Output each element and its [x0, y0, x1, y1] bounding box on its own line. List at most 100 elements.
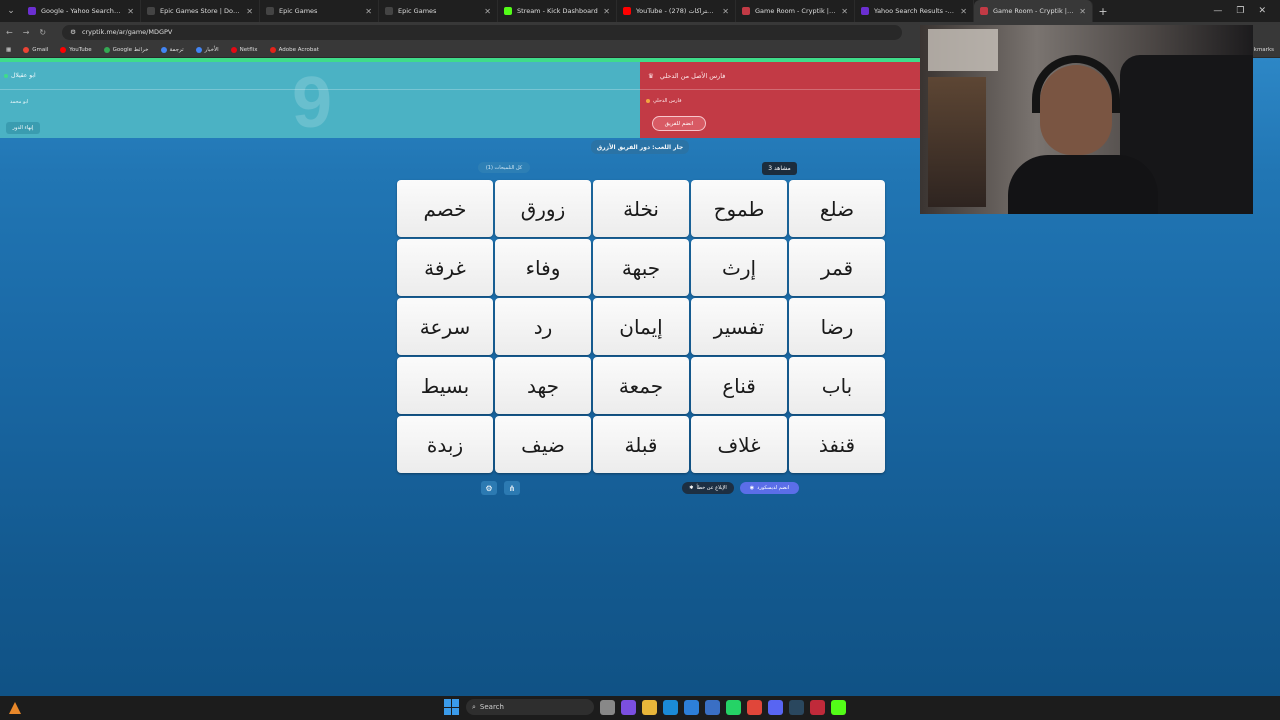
tab-close-icon[interactable]: ✕: [365, 7, 372, 16]
browser-tab[interactable]: Epic Games ✕: [379, 0, 498, 22]
bookmark-item[interactable]: الأخبار: [195, 46, 219, 53]
browser-tab[interactable]: Epic Games Store | Download & ✕: [141, 0, 260, 22]
bookmark-favicon-icon: [230, 46, 237, 53]
tab-close-icon[interactable]: ✕: [484, 7, 491, 16]
minimize-icon[interactable]: —: [1213, 6, 1222, 16]
settings-gear-icon[interactable]: ⚙: [481, 481, 497, 495]
report-error-button[interactable]: ✱ الإبلاغ عن خطأ: [682, 482, 734, 494]
tab-close-icon[interactable]: ✕: [246, 7, 253, 16]
browser-tab[interactable]: Epic Games ✕: [260, 0, 379, 22]
word-card[interactable]: جمعة: [593, 357, 689, 414]
tab-close-icon[interactable]: ✕: [603, 7, 610, 16]
task-view-icon[interactable]: [600, 699, 615, 715]
bookmark-item[interactable]: Google خرائط: [103, 46, 149, 53]
new-tab-button[interactable]: +: [1093, 5, 1113, 18]
word-card[interactable]: غرفة: [397, 239, 493, 296]
word-card[interactable]: تفسير: [691, 298, 787, 355]
word-card[interactable]: إيمان: [593, 298, 689, 355]
word-card[interactable]: وفاء: [495, 239, 591, 296]
tab-favicon-icon: [504, 7, 512, 15]
reload-icon[interactable]: ↻: [39, 28, 46, 37]
browser-tab[interactable]: Yahoo Search Results - كود نيمز ✕: [855, 0, 974, 22]
edge-icon[interactable]: [663, 699, 678, 715]
obs-icon[interactable]: [810, 699, 825, 715]
kick-icon[interactable]: [831, 699, 846, 715]
red-team-member-name: فارس الدحلي: [653, 98, 682, 104]
browser-tab[interactable]: Google - Yahoo Search Results ✕: [22, 0, 141, 22]
url-field[interactable]: ⚙ cryptik.me/ar/game/MDGPV: [62, 24, 903, 40]
taskbar-search[interactable]: ⌕ Search: [466, 699, 594, 715]
taskbar-search-placeholder: Search: [479, 703, 504, 711]
panel-divider: [640, 89, 920, 90]
start-button[interactable]: [444, 699, 460, 715]
tab-favicon-icon: [980, 7, 988, 15]
bookmark-label: Gmail: [32, 46, 49, 53]
tab-search-icon[interactable]: ⌄: [0, 0, 22, 22]
word-card[interactable]: زبدة: [397, 416, 493, 473]
site-info-icon[interactable]: ⚙: [70, 28, 76, 36]
tab-favicon-icon: [266, 7, 274, 15]
widget-icon[interactable]: [9, 702, 21, 714]
tab-close-icon[interactable]: ✕: [960, 7, 967, 16]
copilot-icon[interactable]: [621, 699, 636, 715]
user-dot-icon: [4, 73, 8, 78]
file-explorer-icon[interactable]: [642, 699, 657, 715]
word-card[interactable]: خصم: [397, 180, 493, 237]
word-card[interactable]: رد: [495, 298, 591, 355]
word-card[interactable]: باب: [789, 357, 885, 414]
all-hints-button[interactable]: كل التلميحات (1): [478, 162, 530, 173]
bookmark-label: Netflix: [239, 46, 258, 53]
join-discord-button[interactable]: ◉ انضم لديسكورد: [740, 482, 799, 494]
join-team-button[interactable]: انضم للفريق: [652, 116, 706, 131]
bookmark-label: الأخبار: [204, 46, 219, 53]
turn-indicator: جار اللعب: دور الفريق الأزرق: [591, 140, 689, 154]
word-card[interactable]: إرث: [691, 239, 787, 296]
word-card[interactable]: نخلة: [593, 180, 689, 237]
word-card[interactable]: طموح: [691, 180, 787, 237]
close-window-icon[interactable]: ✕: [1258, 6, 1266, 16]
back-icon[interactable]: ←: [6, 28, 13, 37]
word-card[interactable]: جبهة: [593, 239, 689, 296]
bookmark-item[interactable]: Netflix: [230, 46, 258, 53]
apps-icon[interactable]: ▦: [6, 47, 11, 53]
bookmark-item[interactable]: YouTube: [60, 46, 92, 53]
word-card[interactable]: قناع: [691, 357, 787, 414]
word-card[interactable]: رضا: [789, 298, 885, 355]
word-card[interactable]: ضلع: [789, 180, 885, 237]
tab-close-icon[interactable]: ✕: [841, 7, 848, 16]
browser-tab[interactable]: Game Room - Cryptik | Online ✕: [736, 0, 855, 22]
tab-close-icon[interactable]: ✕: [127, 7, 134, 16]
all-bookmarks-label[interactable]: kmarks: [1254, 47, 1274, 53]
word-card[interactable]: جهد: [495, 357, 591, 414]
browser-tab[interactable]: Game Room - Cryptik | Online ✕: [974, 0, 1093, 22]
word-card[interactable]: قبلة: [593, 416, 689, 473]
whatsapp-icon[interactable]: [726, 699, 741, 715]
store-icon[interactable]: [684, 699, 699, 715]
word-card[interactable]: ضيف: [495, 416, 591, 473]
steam-icon[interactable]: [789, 699, 804, 715]
browser-tab[interactable]: Stream - Kick Dashboard ✕: [498, 0, 617, 22]
players-icon[interactable]: ⋔: [504, 481, 520, 495]
word-card[interactable]: بسيط: [397, 357, 493, 414]
bookmark-item[interactable]: ترجمة: [160, 46, 184, 53]
tab-title: Epic Games Store | Download &: [160, 7, 242, 15]
tabs-container: Google - Yahoo Search Results✕Epic Games…: [22, 0, 1093, 22]
bookmark-item[interactable]: Gmail: [23, 46, 49, 53]
discord-taskbar-icon[interactable]: [768, 699, 783, 715]
word-card[interactable]: زورق: [495, 180, 591, 237]
bookmarks-list: Gmail YouTube Google خرائط ترجمة الأخبار Netf…: [23, 46, 319, 53]
browser-tab[interactable]: YouTube - الاشتراكات (278) ✕: [617, 0, 736, 22]
word-card[interactable]: قمر: [789, 239, 885, 296]
mail-icon[interactable]: [705, 699, 720, 715]
word-card[interactable]: قنفذ: [789, 416, 885, 473]
bookmark-item[interactable]: Adobe Acrobat: [269, 46, 319, 53]
tab-title: Google - Yahoo Search Results: [41, 7, 122, 15]
word-card[interactable]: سرعة: [397, 298, 493, 355]
tab-close-icon[interactable]: ✕: [722, 7, 729, 16]
end-turn-button[interactable]: إنهاء الدور: [6, 122, 40, 134]
word-card[interactable]: غلاف: [691, 416, 787, 473]
maximize-icon[interactable]: ❐: [1236, 6, 1244, 16]
tab-close-icon[interactable]: ✕: [1079, 7, 1086, 16]
forward-icon[interactable]: →: [23, 28, 30, 37]
chrome-icon[interactable]: [747, 699, 762, 715]
